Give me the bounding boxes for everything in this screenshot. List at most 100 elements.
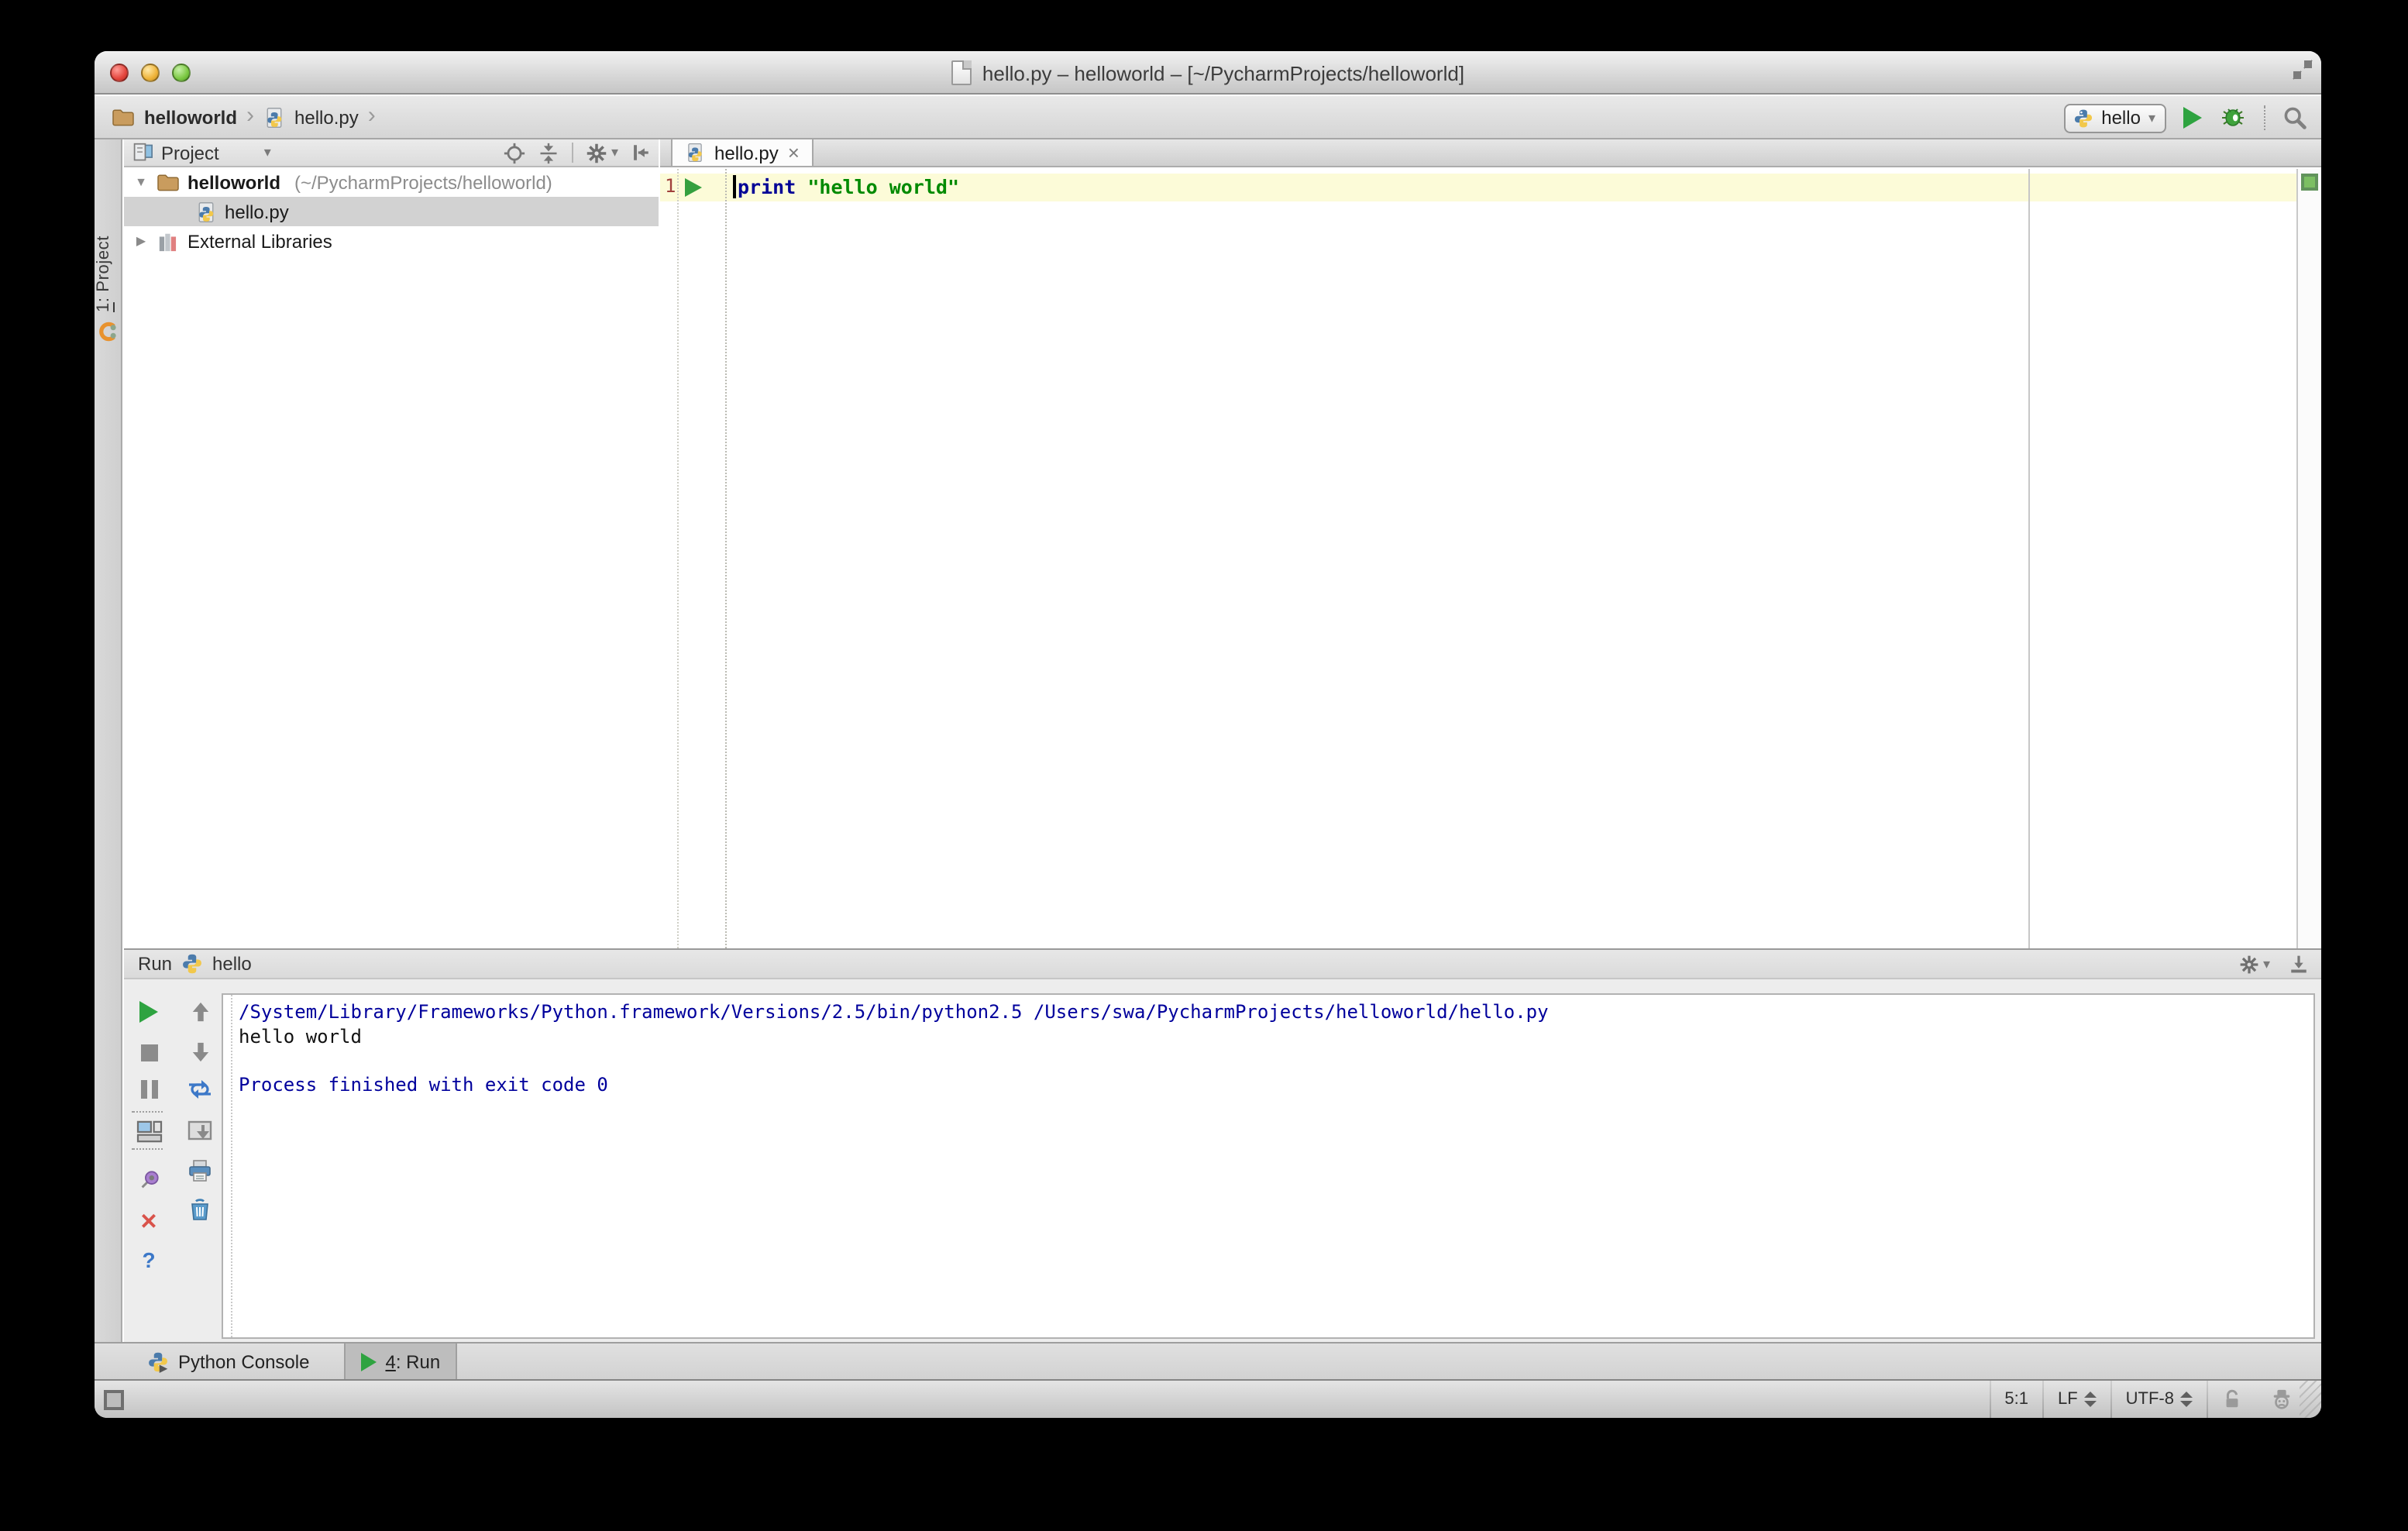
locate-file-icon[interactable] bbox=[504, 142, 526, 163]
hide-panel-icon[interactable] bbox=[631, 143, 651, 163]
clear-all-button[interactable] bbox=[183, 1195, 217, 1223]
breadcrumb-chevron-icon: › bbox=[367, 102, 376, 129]
pause-output-button[interactable] bbox=[132, 1075, 166, 1103]
tree-item-label: helloworld bbox=[187, 171, 280, 193]
folder-icon bbox=[112, 109, 134, 126]
encoding-widget[interactable]: UTF-8 bbox=[2112, 1381, 2207, 1418]
chevron-down-icon: ▾ bbox=[611, 144, 618, 160]
pycharm-window: hello.py – helloworld – [~/PycharmProjec… bbox=[95, 51, 2321, 1418]
search-everywhere-icon[interactable] bbox=[2282, 105, 2307, 130]
run-button[interactable] bbox=[2183, 107, 2202, 129]
tree-item-label: hello.py bbox=[225, 201, 289, 222]
run-tool-window-header[interactable]: Run hello ▾ bbox=[124, 948, 2321, 979]
minimize-window-button[interactable] bbox=[141, 64, 160, 82]
chevron-down-icon: ▾ bbox=[2148, 109, 2155, 125]
project-toolwindow-stripe-button[interactable]: 1: Project bbox=[95, 236, 122, 312]
tab-label: hello.py bbox=[714, 142, 779, 163]
breadcrumb-project-label: helloworld bbox=[144, 106, 237, 128]
soft-wrap-button[interactable] bbox=[183, 1075, 217, 1103]
status-bar-widgets: 5:1 LF UTF-8 bbox=[1989, 1381, 2321, 1418]
inspection-status-indicator[interactable] bbox=[2301, 174, 2318, 191]
project-panel: Project ▾ ▾ ▼ helloworld (~/PycharmProje… bbox=[124, 139, 659, 948]
code-string: "hello world" bbox=[807, 175, 960, 198]
run-controls: hello ▾ bbox=[2064, 96, 2307, 139]
tree-collapsed-icon[interactable]: ▶ bbox=[133, 234, 149, 248]
close-button[interactable]: ✕ bbox=[132, 1207, 166, 1235]
run-configuration-name: hello bbox=[2101, 107, 2141, 129]
desktop: hello.py – helloworld – [~/PycharmProjec… bbox=[0, 0, 2408, 1531]
run-tab[interactable]: 4: Run bbox=[343, 1343, 458, 1379]
run-line-icon[interactable] bbox=[685, 178, 702, 197]
help-button[interactable]: ? bbox=[132, 1246, 166, 1274]
pin-tab-button[interactable] bbox=[132, 1165, 166, 1193]
run-console-output[interactable]: /System/Library/Frameworks/Python.framew… bbox=[222, 993, 2315, 1339]
prev-occurrence-button[interactable] bbox=[183, 998, 217, 1026]
python-logo-icon bbox=[183, 954, 201, 974]
tree-item-label: External Libraries bbox=[187, 230, 332, 252]
tree-expanded-icon[interactable]: ▼ bbox=[133, 175, 149, 189]
next-occurrence-button[interactable] bbox=[183, 1038, 217, 1066]
close-window-button[interactable] bbox=[110, 64, 129, 82]
debug-button[interactable] bbox=[2219, 105, 2247, 130]
project-view-select[interactable]: Project ▾ bbox=[132, 142, 271, 163]
print-button[interactable] bbox=[183, 1156, 217, 1184]
project-panel-header: Project ▾ ▾ bbox=[124, 139, 659, 167]
folder-icon bbox=[157, 174, 179, 191]
inspection-stripe bbox=[2296, 169, 2321, 948]
code-line-1: print "hello world" bbox=[733, 175, 959, 198]
python-console-tab[interactable]: Python Console bbox=[132, 1343, 325, 1379]
rerun-button[interactable] bbox=[132, 998, 166, 1026]
settings-gear-icon[interactable]: ▾ bbox=[2240, 954, 2270, 974]
fullscreen-expand-icon[interactable] bbox=[2292, 59, 2313, 81]
collapse-all-icon[interactable] bbox=[538, 142, 560, 163]
toolbar-separator bbox=[132, 1111, 163, 1113]
python-console-tab-label: Python Console bbox=[178, 1350, 310, 1372]
editor-gutter: 1 bbox=[660, 169, 727, 948]
left-tool-stripe: 1: Project bbox=[95, 139, 122, 1379]
line-number: 1 bbox=[665, 175, 676, 197]
tree-row-hello-py[interactable]: hello.py bbox=[124, 197, 659, 226]
zoom-window-button[interactable] bbox=[172, 64, 191, 82]
code-editor[interactable]: 1 print "hello world" bbox=[660, 169, 2296, 948]
tab-hello-py[interactable]: hello.py × bbox=[671, 139, 814, 166]
document-icon bbox=[951, 60, 972, 85]
gutter-separator bbox=[677, 169, 679, 948]
editor-tab-bar: hello.py × bbox=[660, 139, 2321, 167]
hector-inspector-icon[interactable] bbox=[2256, 1381, 2300, 1418]
traffic-lights bbox=[110, 64, 191, 82]
console-line: Process finished with exit code 0 bbox=[239, 1073, 608, 1095]
console-line: /System/Library/Frameworks/Python.framew… bbox=[239, 1001, 1549, 1023]
tree-row-external-libraries[interactable]: ▶ External Libraries bbox=[124, 226, 659, 256]
editor-area: hello.py × 1 print "hello world" bbox=[660, 139, 2321, 948]
chevron-down-icon: ▾ bbox=[2262, 955, 2270, 971]
stripe-tool-icon[interactable] bbox=[98, 321, 119, 342]
python-console-icon bbox=[149, 1351, 168, 1372]
line-separator-widget[interactable]: LF bbox=[2044, 1381, 2110, 1418]
resize-grip[interactable] bbox=[2300, 1381, 2321, 1418]
readonly-lock-icon[interactable] bbox=[2208, 1381, 2256, 1418]
tree-row-project-root[interactable]: ▼ helloworld (~/PycharmProjects/hellowor… bbox=[124, 167, 659, 197]
toggle-toolwindow-buttons-icon[interactable] bbox=[104, 1389, 124, 1409]
python-file-icon bbox=[198, 201, 214, 222]
breadcrumb-file[interactable]: hello.py bbox=[263, 106, 359, 128]
scroll-to-end-button[interactable] bbox=[183, 1117, 217, 1145]
run-panel-body: ✕ ? /System/Library/Frameworks/Python.fr… bbox=[124, 981, 2321, 1342]
status-bar: 5:1 LF UTF-8 bbox=[95, 1379, 2321, 1418]
title-bar[interactable]: hello.py – helloworld – [~/PycharmProjec… bbox=[95, 51, 2321, 95]
toolbar-separator bbox=[2264, 105, 2265, 130]
console-line: hello world bbox=[239, 1025, 362, 1047]
right-margin-guide bbox=[2028, 169, 2030, 948]
hide-toolwindow-icon[interactable] bbox=[2289, 954, 2309, 974]
breadcrumb-project[interactable]: helloworld bbox=[112, 106, 237, 128]
window-title: hello.py – helloworld – [~/PycharmProjec… bbox=[982, 61, 1465, 84]
stop-button[interactable] bbox=[132, 1038, 166, 1066]
tab-close-icon[interactable]: × bbox=[788, 143, 800, 163]
text-caret bbox=[733, 175, 736, 198]
caret-position-widget[interactable]: 5:1 bbox=[1990, 1381, 2042, 1418]
libraries-icon bbox=[159, 232, 177, 251]
run-configuration-select[interactable]: hello ▾ bbox=[2064, 103, 2166, 132]
settings-gear-icon[interactable]: ▾ bbox=[587, 142, 618, 163]
restore-layout-button[interactable] bbox=[132, 1117, 166, 1145]
code-keyword: print bbox=[738, 175, 796, 198]
